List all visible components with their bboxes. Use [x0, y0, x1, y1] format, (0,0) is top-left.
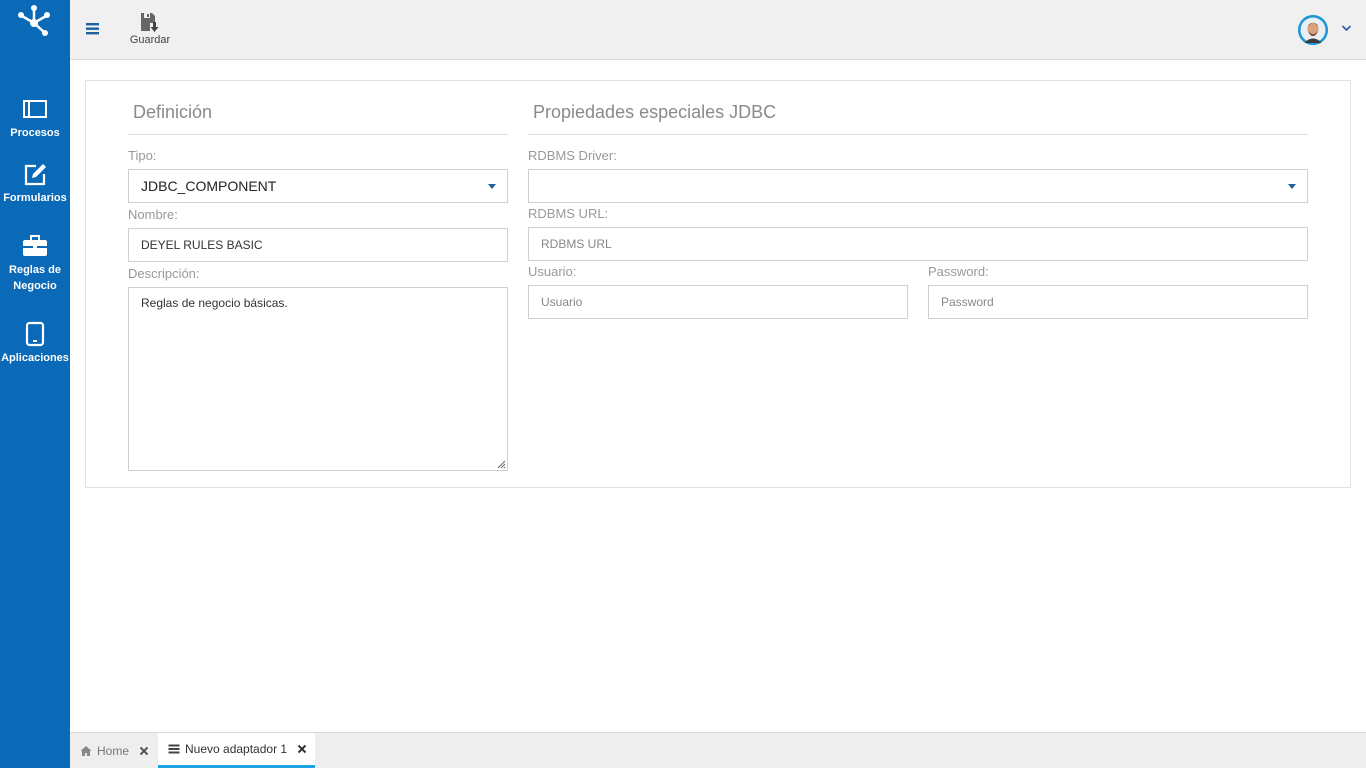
- nombre-label: Nombre:: [128, 207, 178, 222]
- nombre-input[interactable]: DEYEL RULES BASIC: [128, 228, 508, 262]
- sidebar-item-formularios[interactable]: Formularios: [0, 161, 70, 206]
- tab-label: Nuevo adaptador 1: [185, 742, 288, 756]
- edit-icon: [24, 164, 46, 186]
- section-title-jdbc: Propiedades especiales JDBC: [533, 102, 777, 122]
- usuario-placeholder: Usuario: [541, 295, 583, 309]
- sidebar: Procesos Formularios Reglas de Negocio A…: [0, 0, 70, 768]
- descripcion-label: Descripción:: [128, 266, 200, 281]
- briefcase-icon: [23, 235, 47, 256]
- user-avatar-icon: [1298, 15, 1328, 45]
- floppy-download-icon: [141, 13, 159, 32]
- tab-label: Home: [97, 744, 130, 758]
- section-title-definicion: Definición: [133, 102, 213, 122]
- deyel-logo-icon[interactable]: [17, 3, 51, 37]
- bottom-tab-bar: Home Nuevo adaptador 1: [70, 732, 1366, 768]
- resize-handle-icon[interactable]: [496, 459, 506, 469]
- descripcion-value: Reglas de negocio básicas.: [141, 296, 288, 310]
- url-label: RDBMS URL:: [528, 206, 609, 221]
- tipo-label: Tipo:: [128, 148, 157, 163]
- chevron-down-icon[interactable]: [1341, 24, 1352, 32]
- hamburger-icon[interactable]: [84, 20, 101, 37]
- top-toolbar: Guardar: [70, 0, 1366, 60]
- adapter-form-panel: Definición Tipo: JDBC_COMPONENT Nombre: …: [85, 80, 1351, 488]
- caret-down-icon: [488, 184, 496, 189]
- close-icon[interactable]: [297, 744, 307, 754]
- sidebar-item-aplicaciones[interactable]: Aplicaciones: [0, 321, 70, 366]
- close-icon[interactable]: [139, 746, 149, 756]
- sidebar-item-label: Reglas de: [9, 264, 61, 276]
- tablet-icon: [25, 321, 45, 347]
- sidebar-item-label: Negocio: [13, 280, 57, 292]
- list-icon: [168, 744, 180, 754]
- sidebar-item-reglas-de-negocio[interactable]: Reglas de Negocio: [0, 233, 70, 294]
- window-icon: [23, 100, 47, 118]
- save-button[interactable]: Guardar: [126, 11, 174, 51]
- nombre-value: DEYEL RULES BASIC: [141, 238, 263, 252]
- tipo-selected-value: JDBC_COMPONENT: [141, 178, 277, 194]
- tipo-select[interactable]: JDBC_COMPONENT: [128, 169, 508, 203]
- driver-select[interactable]: [528, 169, 1308, 203]
- tab-home[interactable]: Home: [70, 733, 158, 768]
- password-placeholder: Password: [941, 295, 994, 309]
- avatar[interactable]: [1298, 15, 1328, 45]
- usuario-label: Usuario:: [528, 264, 577, 279]
- sidebar-item-label: Procesos: [10, 127, 60, 139]
- usuario-input[interactable]: Usuario: [528, 285, 908, 319]
- tab-nuevo-adaptador[interactable]: Nuevo adaptador 1: [158, 733, 315, 768]
- url-input[interactable]: RDBMS URL: [528, 227, 1308, 261]
- save-label: Guardar: [129, 34, 171, 46]
- password-input[interactable]: Password: [928, 285, 1308, 319]
- password-label: Password:: [928, 264, 989, 279]
- section-divider: [528, 134, 1308, 135]
- descripcion-textarea[interactable]: Reglas de negocio básicas.: [128, 287, 508, 471]
- sidebar-item-label: Formularios: [3, 192, 67, 204]
- sidebar-item-label: Aplicaciones: [1, 352, 69, 364]
- home-icon: [80, 746, 92, 756]
- driver-label: RDBMS Driver:: [528, 148, 617, 163]
- url-placeholder: RDBMS URL: [541, 237, 612, 251]
- caret-down-icon: [1288, 184, 1296, 189]
- sidebar-item-procesos[interactable]: Procesos: [0, 96, 70, 141]
- section-divider: [128, 134, 508, 135]
